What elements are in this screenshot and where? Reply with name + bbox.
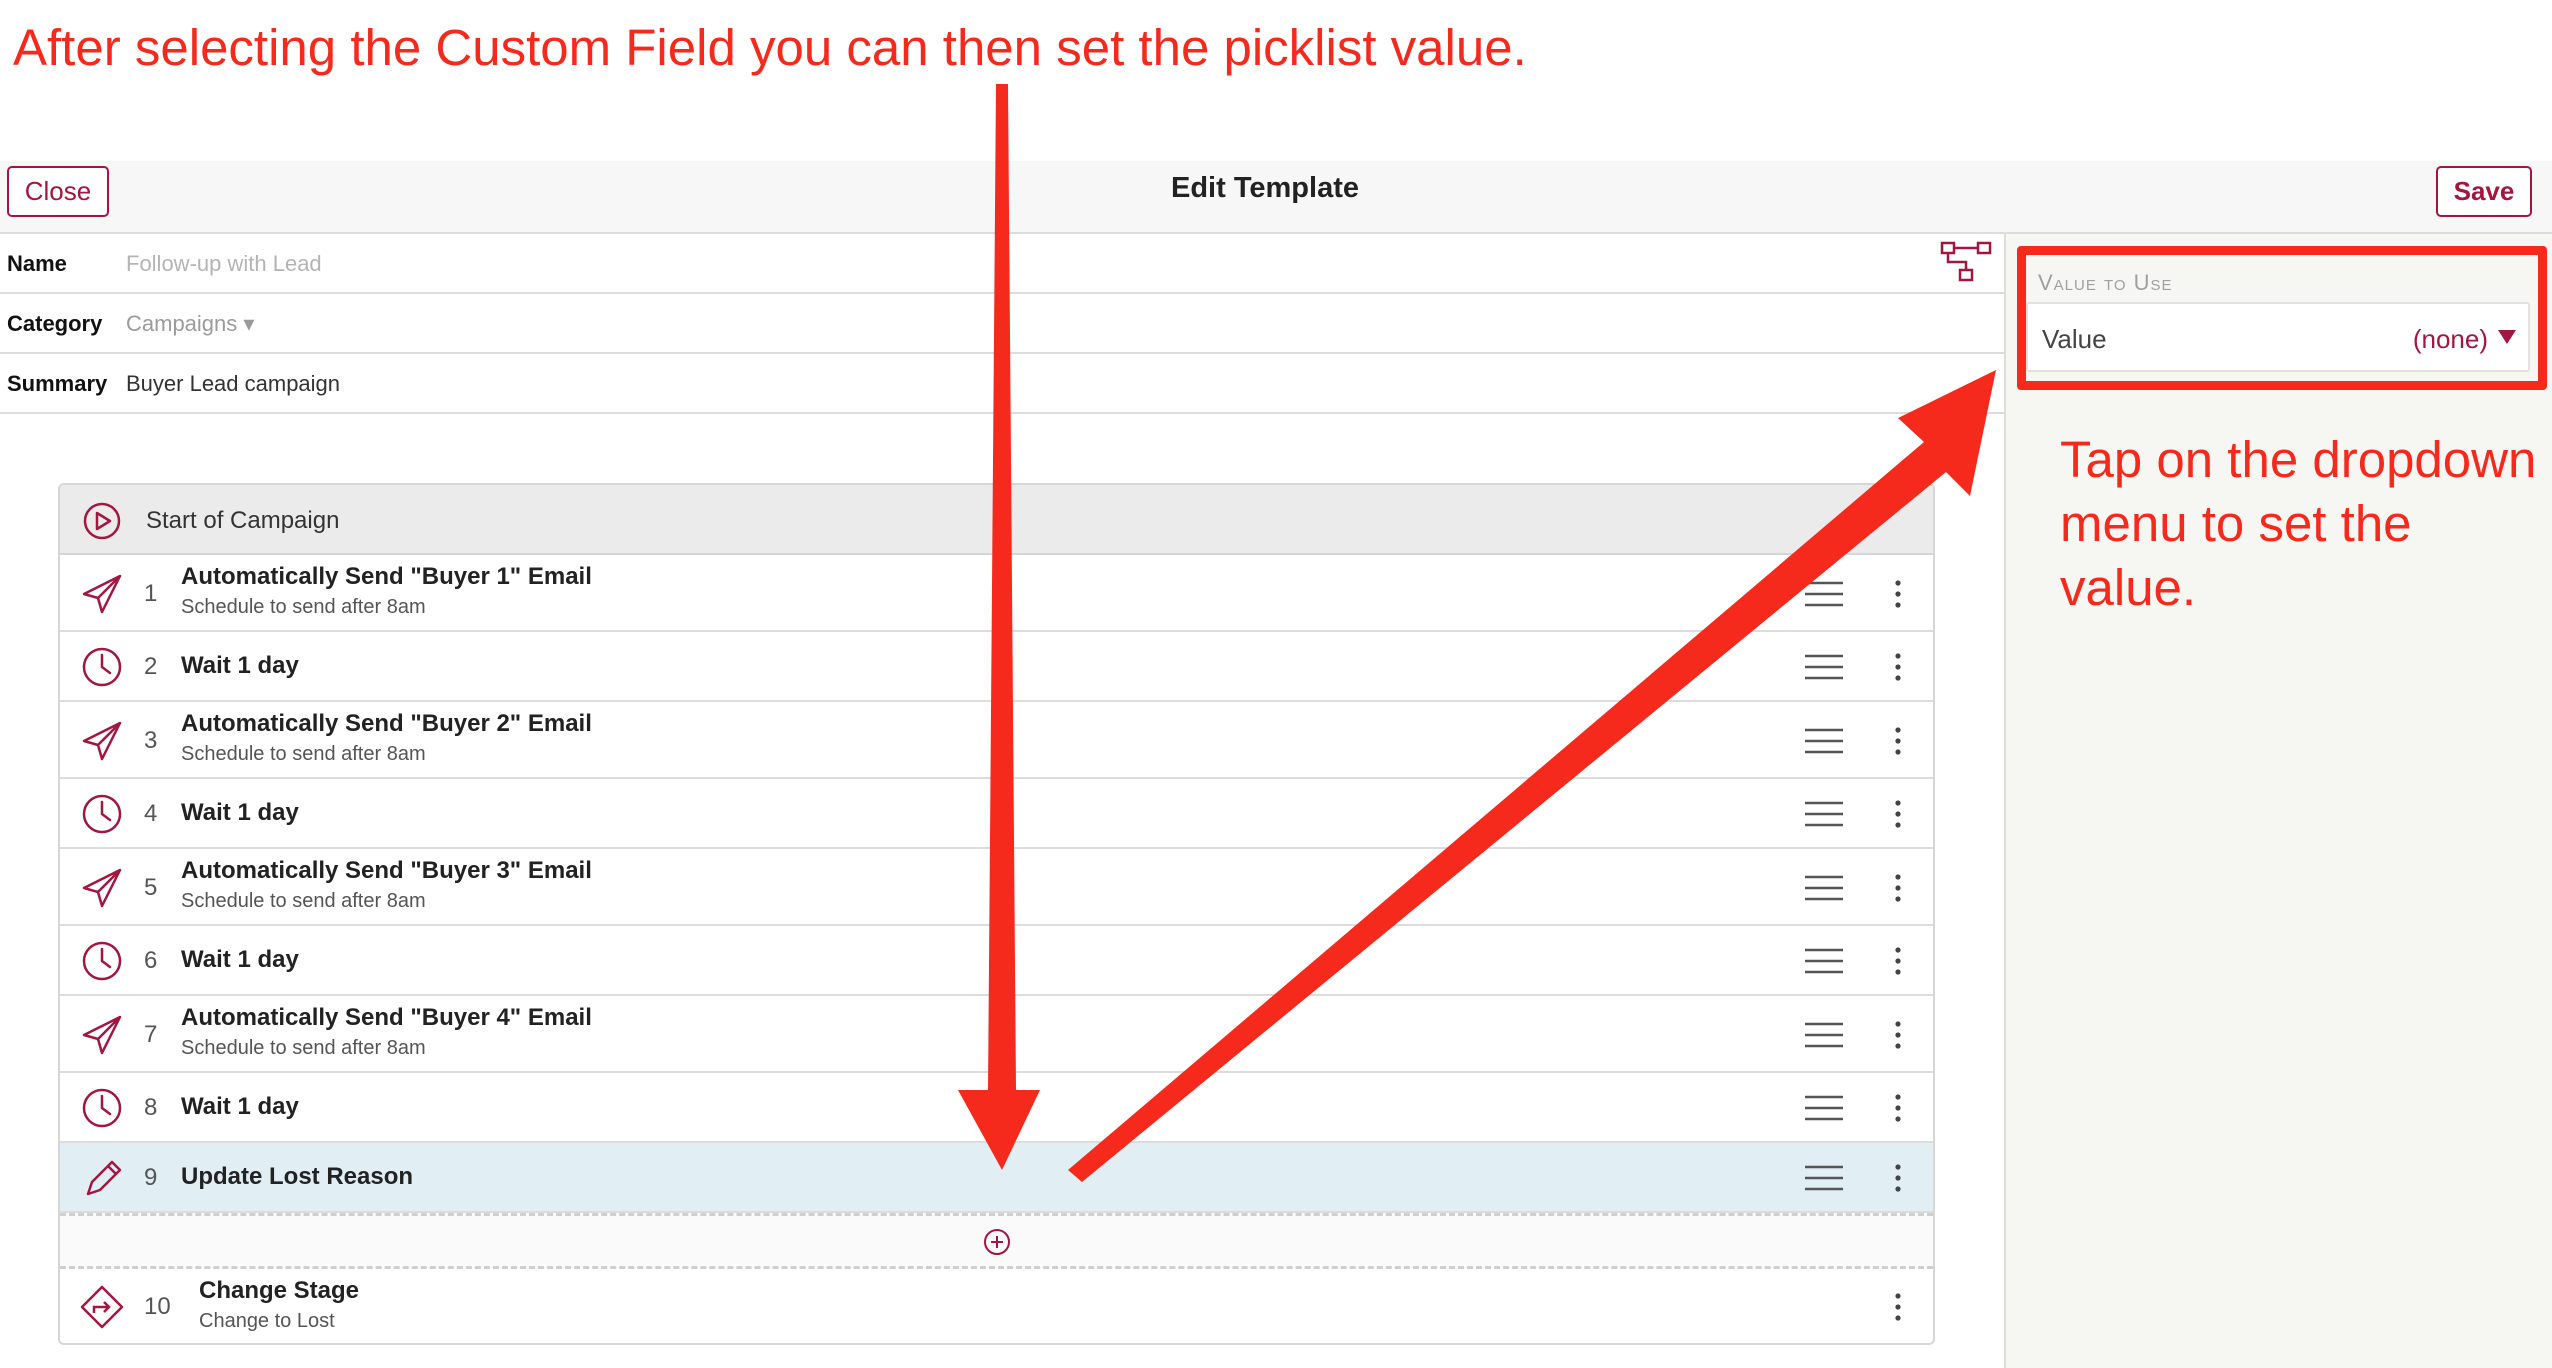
step-row-5[interactable]: 5 Automatically Send "Buyer 3" Email Sched… [60, 849, 1933, 926]
step-title: Wait 1 day [181, 1093, 299, 1120]
step-number: 4 [144, 800, 158, 827]
category-row: Category Campaigns ▾ [0, 294, 2004, 354]
paper-plane-icon [82, 1015, 122, 1055]
step-title: Automatically Send "Buyer 4" Email [181, 1004, 592, 1031]
summary-row: Summary Buyer Lead campaign [0, 354, 2004, 414]
step-number: 3 [144, 727, 158, 754]
step-number: 5 [144, 874, 158, 901]
step-title: Wait 1 day [181, 946, 299, 973]
workflow-icon[interactable] [1940, 240, 1992, 284]
more-options-icon[interactable] [1890, 652, 1906, 682]
step-row-6[interactable]: 6 Wait 1 day [60, 926, 1933, 996]
more-options-icon[interactable] [1890, 726, 1906, 756]
step-row-10[interactable]: 10 Change Stage Change to Lost [60, 1269, 1933, 1343]
category-dropdown[interactable]: Campaigns ▾ [126, 311, 254, 337]
name-input[interactable]: Follow-up with Lead [126, 251, 322, 277]
annotation-side-line1: Tap on the dropdown [2060, 431, 2537, 488]
step-title: Automatically Send "Buyer 2" Email [181, 710, 592, 737]
more-options-icon[interactable] [1890, 1292, 1906, 1322]
paper-plane-icon [82, 868, 122, 908]
start-of-campaign-label: Start of Campaign [146, 507, 340, 534]
plus-circle-icon[interactable] [982, 1227, 1012, 1257]
step-row-7[interactable]: 7 Automatically Send "Buyer 4" Email Sched… [60, 996, 1933, 1073]
clock-icon [82, 941, 122, 981]
campaign-steps-list: Start of Campaign 1 Automatically Send "B… [58, 483, 1935, 1345]
step-number: 1 [144, 580, 158, 607]
more-options-icon[interactable] [1890, 873, 1906, 903]
close-button[interactable]: Close [7, 166, 109, 217]
paper-plane-icon [82, 574, 122, 614]
step-subtitle: Schedule to send after 8am [181, 596, 426, 618]
step-title: Update Lost Reason [181, 1163, 414, 1190]
clock-icon [82, 1088, 122, 1128]
step-title: Change Stage [199, 1277, 360, 1304]
side-panel [2004, 234, 2552, 1368]
clock-icon [82, 794, 122, 834]
step-subtitle: Schedule to send after 8am [181, 890, 426, 912]
step-subtitle: Schedule to send after 8am [181, 743, 426, 765]
play-circle-icon [83, 502, 121, 540]
drag-handle-icon[interactable] [1805, 801, 1843, 827]
drag-handle-icon[interactable] [1805, 875, 1843, 901]
step-title: Wait 1 day [181, 652, 299, 679]
annotation-side-line2: menu to set the value. [2060, 495, 2412, 616]
direction-sign-icon [80, 1285, 124, 1329]
step-number: 9 [144, 1164, 158, 1191]
step-number: 2 [144, 653, 158, 680]
step-number: 8 [144, 1094, 158, 1121]
step-title: Automatically Send "Buyer 3" Email [181, 857, 592, 884]
add-step-row[interactable] [60, 1213, 1933, 1269]
step-row-3[interactable]: 3 Automatically Send "Buyer 2" Email Sched… [60, 702, 1933, 779]
highlight-box [2017, 246, 2547, 390]
step-row-2[interactable]: 2 Wait 1 day [60, 632, 1933, 702]
paper-plane-icon [82, 721, 122, 761]
page-title: Edit Template [1171, 172, 1359, 204]
more-options-icon[interactable] [1890, 579, 1906, 609]
drag-handle-icon[interactable] [1805, 1095, 1843, 1121]
step-row-9[interactable]: 9 Update Lost Reason [60, 1143, 1933, 1213]
step-title: Automatically Send "Buyer 1" Email [181, 563, 592, 590]
more-options-icon[interactable] [1890, 1163, 1906, 1193]
summary-input[interactable]: Buyer Lead campaign [126, 371, 340, 397]
drag-handle-icon[interactable] [1805, 728, 1843, 754]
name-row: Name Follow-up with Lead [0, 234, 2004, 294]
annotation-side: Tap on the dropdown menu to set the valu… [2060, 428, 2552, 620]
category-label: Category [7, 311, 103, 336]
summary-label: Summary [7, 371, 108, 396]
drag-handle-icon[interactable] [1805, 948, 1843, 974]
more-options-icon[interactable] [1890, 946, 1906, 976]
more-options-icon[interactable] [1890, 799, 1906, 829]
more-options-icon[interactable] [1890, 1020, 1906, 1050]
drag-handle-icon[interactable] [1805, 1165, 1843, 1191]
step-subtitle: Schedule to send after 8am [181, 1037, 426, 1059]
step-subtitle: Change to Lost [199, 1310, 335, 1332]
start-of-campaign-row: Start of Campaign [60, 485, 1933, 555]
save-button[interactable]: Save [2436, 166, 2532, 217]
annotation-top: After selecting the Custom Field you can… [13, 19, 1527, 76]
more-options-icon[interactable] [1890, 1093, 1906, 1123]
step-number: 6 [144, 947, 158, 974]
drag-handle-icon[interactable] [1805, 1022, 1843, 1048]
step-title: Wait 1 day [181, 799, 299, 826]
step-row-4[interactable]: 4 Wait 1 day [60, 779, 1933, 849]
name-label: Name [7, 251, 67, 276]
step-row-8[interactable]: 8 Wait 1 day [60, 1073, 1933, 1143]
clock-icon [82, 647, 122, 687]
step-number: 7 [144, 1021, 158, 1048]
drag-handle-icon[interactable] [1805, 581, 1843, 607]
drag-handle-icon[interactable] [1805, 654, 1843, 680]
step-number: 10 [144, 1293, 171, 1320]
step-row-1[interactable]: 1 Automatically Send "Buyer 1" Email Sched… [60, 555, 1933, 632]
pencil-icon [86, 1160, 122, 1196]
